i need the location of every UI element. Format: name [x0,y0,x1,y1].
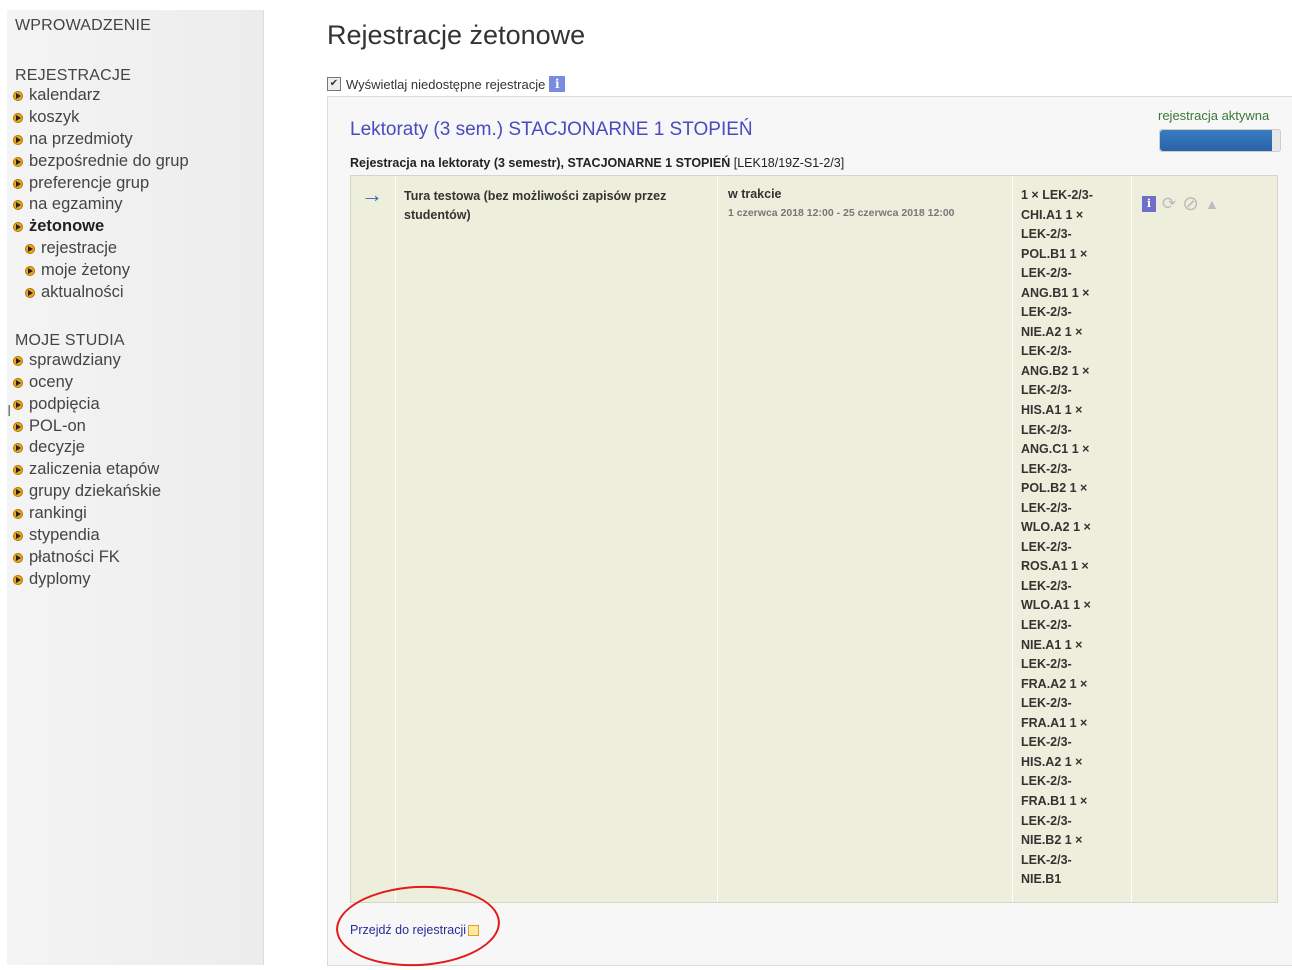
sidebar-registration-list: kalendarz koszyk na przedmioty bezpośrednie… [7,85,263,304]
sidebar-item-reg-1[interactable]: koszyk [7,107,263,129]
sidebar-item-label: stypendia [29,526,100,545]
sidebar-item-study-8[interactable]: stypendia [7,525,263,547]
action-icons: i ⟳ ⊘ ▲ [1142,191,1219,216]
sidebar-subitem-reg-1[interactable]: moje żetony [7,260,263,282]
sidebar-item-label: kalendarz [29,86,101,104]
sidebar-item-label: POL-on [29,416,86,435]
sidebar-item-label: sprawdziany [29,350,121,369]
bullet-arrow-icon [13,200,23,211]
status-progress-bar [1159,129,1281,152]
sidebar-item-reg-5[interactable]: na egzaminy [7,194,263,216]
bullet-arrow-icon [13,552,23,563]
bullet-arrow-icon [13,421,23,432]
refresh-icon[interactable]: ⟳ [1162,194,1176,214]
sidebar-item-label: preferencje grup [29,173,150,192]
sidebar-item-label: podpięcia [29,394,100,413]
sidebar-subitem-reg-0[interactable]: rejestracje [7,238,263,260]
registration-panel: Lektoraty (3 sem.) STACJONARNE 1 STOPIEŃ… [327,96,1292,966]
show-unavailable-row: ✔ Wyświetlaj niedostępne rejestracje i [327,76,566,92]
sidebar-item-study-1[interactable]: oceny [7,372,263,394]
registration-subtitle: Rejestracja na lektoraty (3 semestr), ST… [350,156,844,170]
bullet-arrow-icon [25,287,35,298]
sidebar-item-reg-3[interactable]: bezpośrednie do grup [7,151,263,173]
sidebar-item-label: bezpośrednie do grup [29,151,189,170]
page-title: Rejestracje żetonowe [327,20,586,50]
sidebar-item-label: dyplomy [29,569,91,588]
sidebar-item-study-7[interactable]: rankingi [7,503,263,525]
sidebar-item-label: grupy dziekańskie [29,482,162,501]
bullet-arrow-icon [13,443,23,454]
sidebar-item-label: płatności FK [29,547,120,566]
sidebar-item-label: rankingi [29,504,87,523]
registration-title[interactable]: Lektoraty (3 sem.) STACJONARNE 1 STOPIEŃ [350,119,753,141]
status-progress-fill [1160,130,1272,151]
sidebar-item-label: moje żetony [41,261,130,280]
sidebar-item-label: zaliczenia etapów [29,460,160,479]
bullet-arrow-icon [13,509,23,520]
bullet-arrow-icon [13,134,23,145]
sidebar-item-label: koszyk [29,107,80,126]
sidebar-item-label: żetonowe [29,217,105,236]
bullet-arrow-icon [25,266,35,277]
table-cell-tokens: 1 × LEK-2/3-CHI.A1 1 × LEK-2/3-POL.B1 1 … [1013,176,1132,902]
sidebar-item-reg-4[interactable]: preferencje grup [7,173,263,195]
sidebar-item-study-4[interactable]: decyzje [7,437,263,459]
tura-table: → Tura testowa (bez możliwości zapisów p… [350,175,1278,903]
bullet-arrow-icon [13,112,23,123]
table-cell-arrow: → [351,176,396,902]
sidebar-item-reg-2[interactable]: na przedmioty [7,129,263,151]
sidebar-item-study-5[interactable]: zaliczenia etapów [7,459,263,481]
text-cursor-icon: I [7,403,12,420]
arrow-right-icon[interactable]: → [361,182,383,208]
table-cell-actions: i ⟳ ⊘ ▲ [1132,176,1277,902]
tura-tokens: 1 × LEK-2/3-CHI.A1 1 × LEK-2/3-POL.B1 1 … [1021,188,1093,887]
sidebar-item-label: decyzje [29,438,85,457]
bullet-arrow-icon [13,487,23,498]
bullet-arrow-icon [13,156,23,167]
tura-name: Tura testowa (bez możliwości zapisów prz… [404,189,667,222]
bullet-arrow-icon [13,222,23,233]
sidebar-section-registrations[interactable]: REJESTRACJE [15,67,263,85]
sidebar-section-intro[interactable]: WPROWADZENIE [15,17,263,35]
registration-subtitle-name: Rejestracja na lektoraty (3 semestr), ST… [350,156,731,170]
bullet-arrow-icon [13,178,23,189]
sidebar-item-study-9[interactable]: płatności FK [7,547,263,569]
bullet-arrow-icon [13,90,23,101]
tura-dates: 1 czerwca 2018 12:00 - 25 czerwca 2018 1… [728,207,955,219]
status-label: rejestracja aktywna [1158,108,1270,123]
bullet-arrow-icon [13,574,23,585]
info-icon[interactable]: i [1142,195,1156,212]
show-unavailable-label[interactable]: Wyświetlaj niedostępne rejestracje [346,77,545,92]
sidebar-subitem-reg-2[interactable]: aktualności [7,282,263,304]
sidebar-item-study-6[interactable]: grupy dziekańskie [7,481,263,503]
sidebar-item-label: na przedmioty [29,129,133,148]
sidebar-item-label: rejestracje [41,239,118,258]
registration-code: [LEK18/19Z-S1-2/3] [733,156,845,170]
sidebar-section-studies[interactable]: MOJE STUDIA [15,332,263,350]
bullet-arrow-icon [13,377,23,388]
sidebar: WPROWADZENIE REJESTRACJE kalendarz koszyk… [7,10,264,965]
triangle-up-icon[interactable]: ▲ [1205,196,1219,212]
sidebar-item-study-3[interactable]: POL-on [7,416,263,438]
table-cell-state: w trakcie 1 czerwca 2018 12:00 - 25 czer… [718,176,1013,902]
bullet-arrow-icon [13,399,23,410]
sidebar-item-reg-0[interactable]: kalendarz [7,85,263,107]
sidebar-item-reg-6[interactable]: żetonowe [7,216,263,238]
bullet-arrow-icon [13,465,23,476]
sidebar-item-label: oceny [29,372,74,391]
sidebar-studies-list: sprawdziany oceny podpięcia POL-on decyzje za… [7,350,263,591]
bullet-arrow-icon [13,530,23,541]
show-unavailable-checkbox[interactable]: ✔ [327,77,341,91]
sidebar-item-label: aktualności [41,283,124,302]
bullet-arrow-icon [25,244,35,255]
info-icon[interactable]: i [549,76,566,92]
bullet-arrow-icon [13,355,23,366]
sidebar-item-label: na egzaminy [29,195,123,214]
tura-state: w trakcie [728,187,782,201]
table-cell-tura: Tura testowa (bez możliwości zapisów prz… [396,176,718,902]
sidebar-item-study-2[interactable]: podpięcia [7,394,263,416]
paperclip-icon[interactable]: ⊘ [1182,191,1199,216]
sidebar-item-study-10[interactable]: dyplomy [7,569,263,591]
sidebar-item-study-0[interactable]: sprawdziany [7,350,263,372]
